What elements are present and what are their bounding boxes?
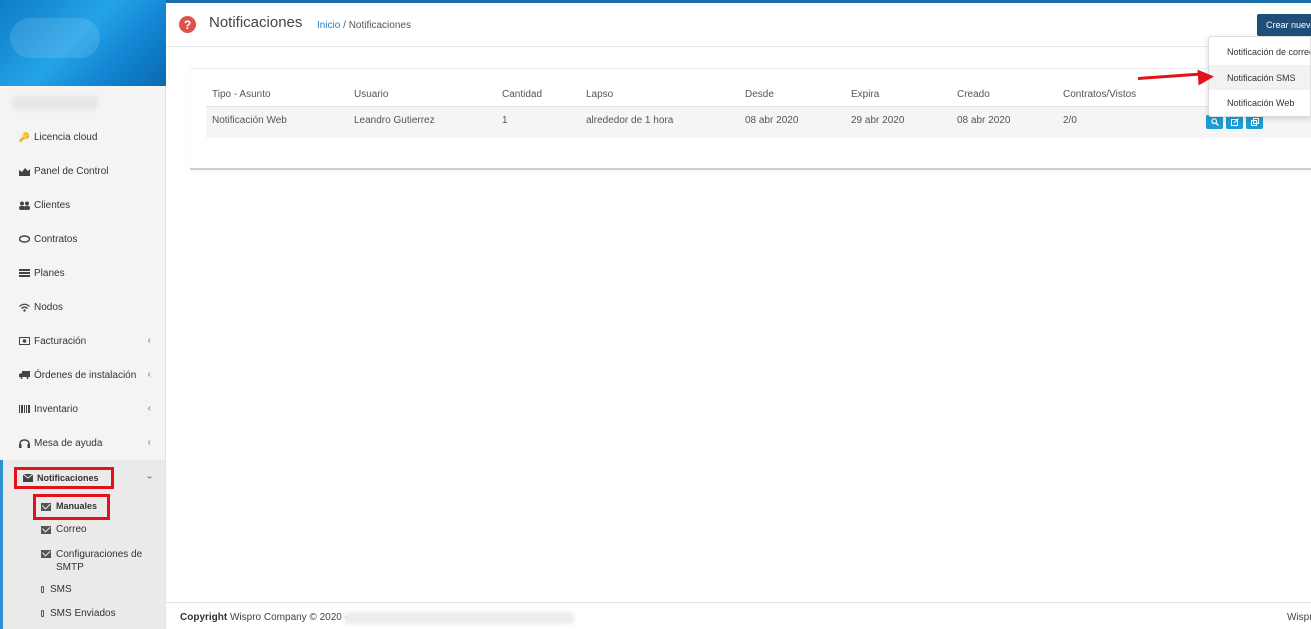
cell-desde: 08 abr 2020 xyxy=(745,115,799,126)
sidebar-item-ordenes-instalacion[interactable]: Órdenes de instalación ‹ xyxy=(0,358,165,392)
sidebar-item-label: Nodos xyxy=(34,301,63,313)
view-button[interactable] xyxy=(1206,115,1223,129)
envelope-icon xyxy=(41,526,51,534)
headset-icon xyxy=(19,438,30,449)
sidebar-item-clientes[interactable]: Clientes xyxy=(0,188,165,222)
column-header-contratos-vistos[interactable]: Contratos/Vistos xyxy=(1063,89,1136,100)
submenu-item-sms-enviados[interactable]: SMS Enviados xyxy=(41,608,116,619)
sidebar-item-label: Planes xyxy=(34,267,65,279)
mobile-icon xyxy=(41,586,44,593)
copy-icon xyxy=(1250,118,1259,126)
sidebar: 🔑 Licencia cloud Panel de Control Client… xyxy=(0,0,166,629)
sidebar-item-label: Facturación xyxy=(34,335,87,347)
sidebar-item-label: Órdenes de instalación xyxy=(34,369,137,381)
breadcrumb-separator: / xyxy=(340,20,349,31)
create-new-button[interactable]: Crear nuevo xyxy=(1257,14,1311,36)
barcode-icon xyxy=(19,404,30,415)
sidebar-item-label: Contratos xyxy=(34,233,78,245)
footer: Copyright Wispro Company © 2020 - Wispro xyxy=(166,602,1311,629)
sidebar-item-inventario[interactable]: Inventario ‹ xyxy=(0,392,165,426)
column-header-desde[interactable]: Desde xyxy=(745,89,774,100)
sidebar-item-contratos[interactable]: Contratos xyxy=(0,222,165,256)
sidebar-item-label: Panel de Control xyxy=(34,165,109,177)
footer-copyright: Copyright Wispro Company © 2020 - xyxy=(180,612,348,623)
cell-lapso: alrededor de 1 hora xyxy=(586,115,674,126)
sidebar-item-mesa-de-ayuda[interactable]: Mesa de ayuda ‹ xyxy=(0,426,165,460)
breadcrumb: Inicio / Notificaciones xyxy=(317,20,411,31)
chevron-left-icon: ‹ xyxy=(147,403,151,414)
submenu-label: SMS Enviados xyxy=(50,608,116,619)
breadcrumb-home-link[interactable]: Inicio xyxy=(317,20,340,31)
duplicate-button[interactable] xyxy=(1246,115,1263,129)
column-header-lapso[interactable]: Lapso xyxy=(586,89,613,100)
sidebar-item-label: Mesa de ayuda xyxy=(34,437,103,449)
page-header: ? Notificaciones Inicio / Notificaciones… xyxy=(166,3,1311,47)
chevron-down-icon: ‹ xyxy=(143,475,155,480)
dropdown-item-notificacion-sms[interactable]: Notificación SMS xyxy=(1209,65,1310,90)
sidebar-item-label: Licencia cloud xyxy=(34,131,98,143)
chevron-left-icon: ‹ xyxy=(147,369,151,380)
breadcrumb-current: Notificaciones xyxy=(348,20,411,31)
annotation-arrow-head xyxy=(1197,68,1215,86)
cell-usuario: Leandro Gutierrez xyxy=(354,115,435,126)
sidebar-item-facturacion[interactable]: Facturación ‹ xyxy=(0,324,165,358)
copyright-text: Wispro Company © 2020 - xyxy=(227,612,348,623)
cell-cantidad: 1 xyxy=(502,115,508,126)
user-name-blurred xyxy=(12,96,98,110)
mobile-icon xyxy=(41,610,44,617)
cloud-key-icon: 🔑 xyxy=(18,131,31,142)
dropdown-item-notificacion-correo[interactable]: Notificación de correo xyxy=(1209,39,1310,64)
area-chart-icon xyxy=(19,166,30,177)
users-icon xyxy=(19,200,30,211)
column-header-creado[interactable]: Creado xyxy=(957,89,990,100)
logo[interactable] xyxy=(0,0,166,86)
sidebar-item-panel-de-control[interactable]: Panel de Control xyxy=(0,154,165,188)
submenu-item-sms[interactable]: SMS xyxy=(41,584,72,595)
submenu-label: SMS xyxy=(50,584,72,595)
footer-blurred-text xyxy=(344,612,574,624)
submenu-item-smtp[interactable]: Configuraciones de SMTP xyxy=(41,548,151,574)
copyright-label: Copyright xyxy=(180,612,228,623)
submenu-item-correo[interactable]: Correo xyxy=(41,524,87,535)
highlight-box-notificaciones xyxy=(14,467,114,489)
sidebar-item-nodos[interactable]: Nodos xyxy=(0,290,165,324)
edit-icon xyxy=(1230,118,1239,126)
create-new-dropdown: Notificación de correo Notificación SMS … xyxy=(1208,36,1311,117)
envelope-icon xyxy=(41,550,51,558)
submenu-label: Configuraciones de SMTP xyxy=(56,549,143,573)
column-header-cantidad[interactable]: Cantidad xyxy=(502,89,542,100)
cell-tipo-asunto: Notificación Web xyxy=(212,115,287,126)
column-header-tipo-asunto[interactable]: Tipo - Asunto xyxy=(212,89,271,100)
server-icon xyxy=(19,268,30,279)
handshake-icon xyxy=(19,234,30,245)
sidebar-item-licencia-cloud[interactable]: 🔑 Licencia cloud xyxy=(0,120,165,154)
question-circle-icon[interactable]: ? xyxy=(179,16,196,33)
edit-button[interactable] xyxy=(1226,115,1243,129)
submenu-label: Correo xyxy=(56,524,87,535)
truck-icon xyxy=(19,370,30,381)
chevron-left-icon: ‹ xyxy=(147,335,151,346)
highlight-box-manuales xyxy=(33,494,110,520)
dropdown-item-notificacion-web[interactable]: Notificación Web xyxy=(1209,90,1310,115)
cell-expira: 29 abr 2020 xyxy=(851,115,905,126)
sidebar-item-planes[interactable]: Planes xyxy=(0,256,165,290)
footer-brand: Wispro xyxy=(1287,612,1311,623)
wifi-icon xyxy=(19,302,30,313)
column-header-usuario[interactable]: Usuario xyxy=(354,89,388,100)
page-title: Notificaciones xyxy=(209,14,303,31)
search-icon xyxy=(1210,118,1219,126)
cell-contratos-vistos: 2/0 xyxy=(1063,115,1077,126)
chevron-left-icon: ‹ xyxy=(147,437,151,448)
cell-creado: 08 abr 2020 xyxy=(957,115,1011,126)
column-header-expira[interactable]: Expira xyxy=(851,89,879,100)
money-icon xyxy=(19,336,30,347)
sidebar-item-label: Clientes xyxy=(34,199,71,211)
sidebar-item-label: Inventario xyxy=(34,403,78,415)
